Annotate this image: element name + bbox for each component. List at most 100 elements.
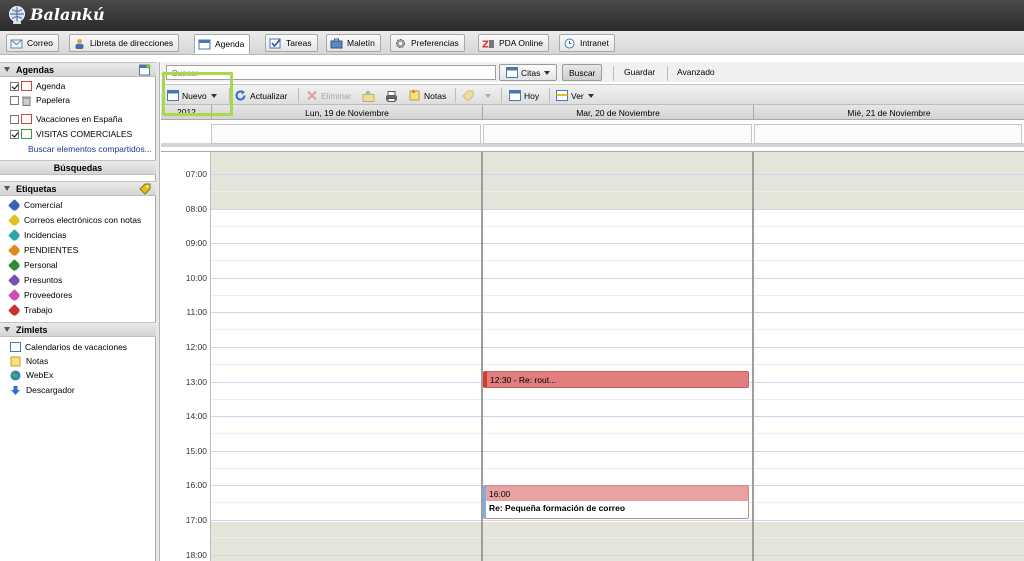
checkbox[interactable] bbox=[10, 114, 19, 124]
tab-correo[interactable]: Correo bbox=[6, 34, 59, 52]
section-etiquetas[interactable]: Etiquetas bbox=[0, 181, 156, 196]
search-button[interactable]: Buscar bbox=[562, 64, 603, 81]
gear-icon bbox=[394, 38, 407, 49]
tag-item[interactable]: Personal bbox=[8, 258, 58, 272]
tab-label: PDA Online bbox=[499, 38, 543, 48]
checkbox[interactable] bbox=[10, 129, 19, 139]
agenda-item-visitas[interactable]: VISITAS COMERCIALES bbox=[10, 127, 132, 141]
zimlet-webex[interactable]: WebEx bbox=[10, 368, 53, 382]
new-tag-icon[interactable] bbox=[139, 183, 151, 195]
all-day-cell[interactable] bbox=[754, 124, 1022, 144]
checkbox[interactable] bbox=[10, 81, 19, 91]
tab-preferencias[interactable]: Preferencias bbox=[390, 34, 465, 52]
tab-pda[interactable]: Z PDA Online bbox=[478, 34, 549, 52]
delete-button[interactable]: Eliminar bbox=[306, 88, 352, 103]
tab-tareas[interactable]: Tareas bbox=[265, 34, 318, 52]
divider bbox=[667, 66, 668, 81]
tag-label: Correos electrónicos con notas bbox=[24, 215, 142, 225]
item-label: VISITAS COMERCIALES bbox=[36, 129, 133, 139]
all-day-cell[interactable] bbox=[211, 124, 481, 144]
section-zimlets[interactable]: Zimlets bbox=[0, 322, 156, 337]
zimlet-descargador[interactable]: Descargador bbox=[10, 383, 75, 397]
tag-item[interactable]: Trabajo bbox=[8, 303, 53, 317]
tag-item[interactable]: Comercial bbox=[8, 198, 62, 212]
agenda-item-papelera[interactable]: Papelera bbox=[10, 93, 70, 107]
view-dropdown[interactable]: Ver bbox=[556, 88, 594, 103]
section-title: Zimlets bbox=[16, 324, 48, 335]
collapse-arrow-icon bbox=[4, 67, 10, 72]
advanced-search-button[interactable]: Avanzado bbox=[677, 67, 715, 77]
day-header[interactable]: Lun, 19 de Noviembre bbox=[211, 105, 482, 120]
tab-intranet[interactable]: Intranet bbox=[559, 34, 615, 52]
zimlet-notas[interactable]: Notas bbox=[10, 354, 48, 368]
half-hour-line bbox=[211, 191, 1024, 192]
appointment[interactable]: 16:00 Re: Pequeña formación de correo bbox=[483, 485, 749, 519]
checkbox[interactable] bbox=[10, 95, 19, 105]
section-agendas[interactable]: Agendas bbox=[0, 62, 156, 77]
tab-libreta[interactable]: Libreta de direcciones bbox=[69, 34, 180, 52]
zimlet-vacaciones[interactable]: Calendarios de vacaciones bbox=[10, 340, 127, 354]
section-busquedas[interactable]: Búsquedas bbox=[0, 160, 156, 175]
hour-label: 11:00 bbox=[186, 307, 207, 317]
time-grid[interactable]: 07:00 08:00 09:00 10:00 11:00 12:00 13:00 14:00… bbox=[161, 151, 1024, 561]
sidebar: Agendas Agenda Papelera Vacaciones en Es… bbox=[0, 62, 156, 561]
search-bar: Citas Buscar Guardar Avanzado bbox=[161, 62, 1024, 82]
tag-icon bbox=[8, 273, 21, 287]
tag-label: Presuntos bbox=[24, 275, 63, 285]
tag-item[interactable]: Incidencias bbox=[8, 228, 67, 242]
hour-label: 13:00 bbox=[185, 377, 207, 387]
day-divider bbox=[752, 152, 754, 561]
tab-agenda[interactable]: Agenda bbox=[194, 34, 251, 54]
calendar-green-icon bbox=[21, 129, 32, 139]
chevron-down-icon bbox=[587, 93, 594, 98]
button-label: Actualizar bbox=[250, 90, 288, 101]
agenda-item-vacaciones[interactable]: Vacaciones en España bbox=[10, 112, 122, 126]
day-header[interactable]: Mié, 21 de Noviembre bbox=[753, 105, 1024, 120]
hour-line bbox=[211, 555, 1024, 556]
hour-line bbox=[211, 312, 1024, 313]
app-title: Balankú bbox=[30, 5, 105, 24]
tag-item[interactable]: Proveedores bbox=[8, 288, 72, 302]
day-headers: 2012 Lun, 19 de Noviembre Mar, 20 de Nov… bbox=[161, 105, 1024, 120]
tag-dropdown[interactable] bbox=[462, 88, 491, 103]
tag-icon bbox=[8, 198, 21, 212]
tag-icon bbox=[8, 228, 21, 242]
all-day-row bbox=[161, 120, 1024, 147]
today-button[interactable]: Hoy bbox=[509, 88, 539, 103]
print-icon[interactable] bbox=[385, 89, 398, 104]
search-type-dropdown[interactable]: Citas bbox=[499, 64, 558, 81]
tag-item[interactable]: PENDIENTES bbox=[8, 243, 78, 257]
tag-icon bbox=[8, 303, 21, 317]
tag-item[interactable]: Correos electrónicos con notas bbox=[8, 213, 142, 227]
sidebar-splitter[interactable] bbox=[156, 62, 160, 561]
save-search-button[interactable]: Guardar bbox=[624, 67, 655, 77]
app-header: Balankú bbox=[0, 0, 1024, 31]
tag-item[interactable]: Presuntos bbox=[8, 273, 63, 287]
note-icon bbox=[409, 90, 420, 101]
calendar-view: 2012 Lun, 19 de Noviembre Mar, 20 de Nov… bbox=[161, 105, 1024, 561]
divider bbox=[298, 88, 299, 103]
appointment-title: Re: Pequeña formación de correo bbox=[489, 503, 626, 513]
half-hour-line bbox=[211, 468, 1024, 469]
tag-label: Incidencias bbox=[24, 230, 67, 240]
notes-button[interactable]: Notas bbox=[409, 88, 446, 103]
hour-label: 10:00 bbox=[185, 273, 207, 283]
hour-label: 09:00 bbox=[185, 238, 207, 248]
dropdown-label: Citas bbox=[521, 67, 541, 78]
tab-maletin[interactable]: Maletín bbox=[326, 34, 381, 52]
appointment[interactable]: 12:30 - Re: rout... bbox=[483, 371, 749, 388]
day-header[interactable]: Mar, 20 de Noviembre bbox=[482, 105, 753, 120]
tab-label: Maletín bbox=[347, 38, 375, 48]
hour-line bbox=[211, 451, 1024, 452]
calendar-icon bbox=[509, 90, 521, 101]
app-tabs: Correo Libreta de direcciones Agenda Tar… bbox=[0, 31, 1024, 55]
new-calendar-icon[interactable] bbox=[139, 64, 151, 76]
shared-items-link[interactable]: Buscar elementos compartidos... bbox=[28, 142, 152, 156]
agenda-item-agenda[interactable]: Agenda bbox=[10, 79, 65, 93]
refresh-button[interactable]: Actualizar bbox=[235, 88, 287, 103]
move-folder-icon[interactable] bbox=[362, 89, 375, 104]
highlight-frame bbox=[162, 72, 233, 116]
all-day-cell[interactable] bbox=[483, 124, 752, 144]
hour-line bbox=[211, 416, 1024, 417]
hour-label: 17:00 bbox=[185, 515, 207, 525]
